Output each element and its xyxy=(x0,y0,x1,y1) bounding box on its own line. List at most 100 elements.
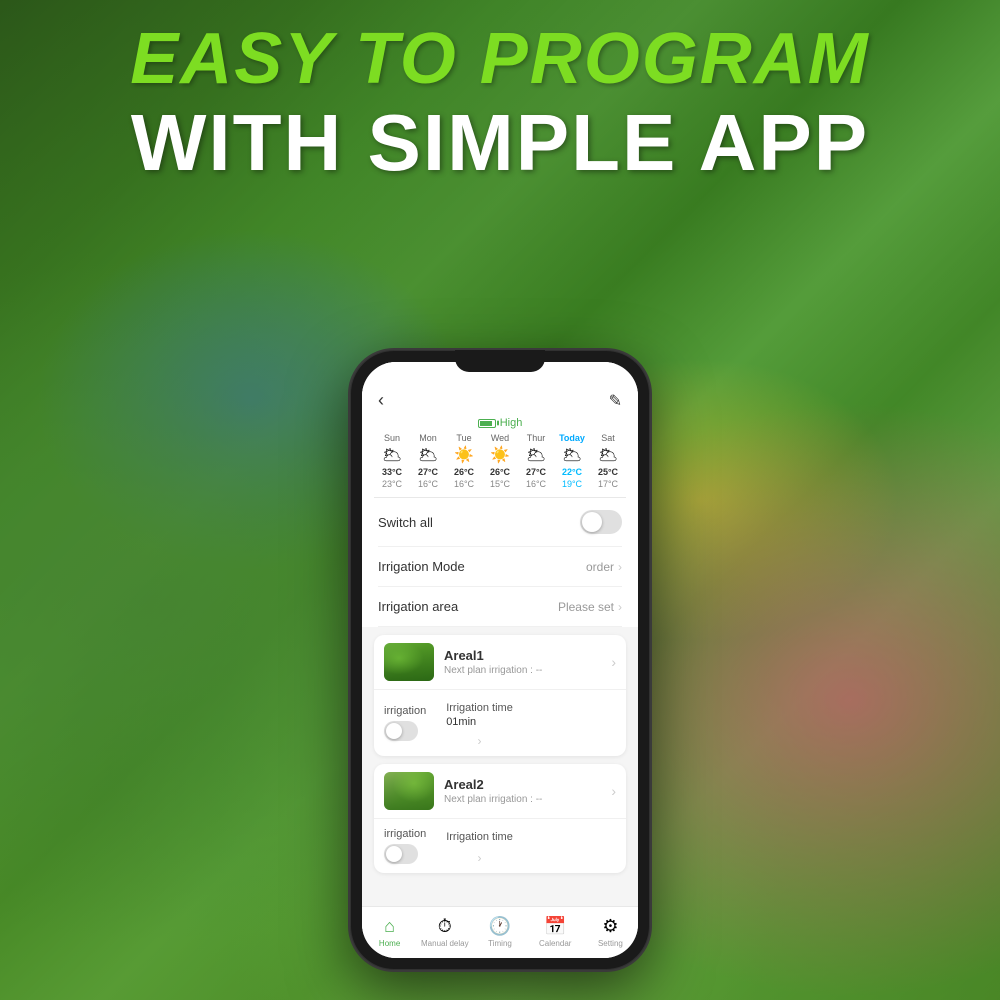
nav-home[interactable]: ⌂ Home xyxy=(362,916,417,948)
area-1-irrigation-group: irrigation xyxy=(384,705,426,741)
area-1-time-value: 01min xyxy=(446,716,513,728)
irrigation-mode-value: order › xyxy=(586,560,622,574)
nav-calendar[interactable]: 📅 Calendar xyxy=(528,916,583,948)
temp-low-mon: 16°C xyxy=(418,479,438,489)
area-2-controls: irrigation Irrigation time › xyxy=(374,819,626,873)
area-2-header[interactable]: Areal2 Next plan irrigation : -- › xyxy=(374,764,626,819)
home-icon: ⌂ xyxy=(384,916,395,937)
irrigation-mode-text: order xyxy=(586,560,614,574)
temp-high-thur: 27°C xyxy=(526,467,546,477)
temp-low-today: 19°C xyxy=(562,479,582,489)
weather-day-mon: Mon 🌥 27°C 16°C xyxy=(410,433,446,489)
irrigation-area-text: Please set xyxy=(558,600,614,614)
area-1-time-label: Irrigation time xyxy=(446,702,513,714)
area-1-info: Areal1 Next plan irrigation : -- xyxy=(444,648,601,676)
weather-day-sat: Sat 🌥 25°C 17°C xyxy=(590,433,626,489)
irrigation-area-chevron: › xyxy=(618,600,622,614)
weather-icon-sun: 🌥 xyxy=(382,445,402,465)
phone-notch xyxy=(455,350,545,372)
weather-days: Sun 🌥 33°C 23°C Mon 🌥 27°C 16°C Tu xyxy=(374,433,626,489)
weather-day-tue: Tue ☀️ 26°C 16°C xyxy=(446,433,482,489)
area-2-name: Areal2 xyxy=(444,777,601,792)
phone-wrapper: ‹ ✎ High Sun 🌥 33°C 23°C xyxy=(350,350,650,970)
area-1-next: Next plan irrigation : -- xyxy=(444,665,601,676)
temp-low-wed: 15°C xyxy=(490,479,510,489)
irrigation-area-label: Irrigation area xyxy=(378,599,458,614)
nav-timing[interactable]: 🕐 Timing xyxy=(472,916,527,948)
switch-all-row: Switch all xyxy=(378,498,622,547)
calendar-icon: 📅 xyxy=(544,916,566,937)
temp-high-today: 22°C xyxy=(562,467,582,477)
area-2-thumbnail xyxy=(384,772,434,810)
timing-icon: 🕐 xyxy=(489,916,511,937)
temp-high-mon: 27°C xyxy=(418,467,438,477)
area-2-time-group: Irrigation time › xyxy=(446,827,513,865)
area-2-irrigation-toggle[interactable] xyxy=(384,844,418,864)
temp-low-sat: 17°C xyxy=(598,479,618,489)
area-2-irrigation-label: irrigation xyxy=(384,828,426,840)
area-card-2: Areal2 Next plan irrigation : -- › irrig… xyxy=(374,764,626,873)
weather-icon-wed: ☀️ xyxy=(490,445,510,465)
day-label-thur: Thur xyxy=(527,433,546,443)
weather-day-today: Today 🌥 22°C 19°C xyxy=(554,433,590,489)
irrigation-mode-row[interactable]: Irrigation Mode order › xyxy=(378,547,622,587)
battery-label: High xyxy=(500,417,523,429)
irrigation-mode-label: Irrigation Mode xyxy=(378,559,465,574)
nav-home-label: Home xyxy=(379,939,400,948)
irrigation-area-value: Please set › xyxy=(558,600,622,614)
nav-manual-delay-label: Manual delay xyxy=(421,939,469,948)
nav-timing-label: Timing xyxy=(488,939,512,948)
bottom-nav: ⌂ Home ⏱ Manual delay 🕐 Timing 📅 Calenda… xyxy=(362,906,638,958)
nav-calendar-label: Calendar xyxy=(539,939,571,948)
area-1-irrigation-label: irrigation xyxy=(384,705,426,717)
area-card-1: Areal1 Next plan irrigation : -- › irrig… xyxy=(374,635,626,756)
header-section: EASY TO PROGRAM WITH SIMPLE APP xyxy=(0,20,1000,187)
battery-row: High xyxy=(374,417,626,429)
edit-button[interactable]: ✎ xyxy=(609,391,622,411)
temp-high-sat: 25°C xyxy=(598,467,618,477)
temp-high-wed: 26°C xyxy=(490,467,510,477)
back-button[interactable]: ‹ xyxy=(378,390,384,411)
weather-icon-tue: ☀️ xyxy=(454,445,474,465)
weather-icon-mon: 🌥 xyxy=(418,445,438,465)
area-2-next: Next plan irrigation : -- xyxy=(444,794,601,805)
area-1-time-chevron: › xyxy=(478,734,482,748)
setting-icon: ⚙ xyxy=(602,916,618,937)
weather-day-sun: Sun 🌥 33°C 23°C xyxy=(374,433,410,489)
weather-icon-sat: 🌥 xyxy=(598,445,618,465)
weather-day-wed: Wed ☀️ 26°C 15°C xyxy=(482,433,518,489)
area-1-name: Areal1 xyxy=(444,648,601,663)
day-label-sat: Sat xyxy=(601,433,615,443)
nav-manual-delay[interactable]: ⏱ Manual delay xyxy=(417,916,472,948)
controls-section: Switch all Irrigation Mode order › Irrig… xyxy=(362,498,638,627)
areas-section: Areal1 Next plan irrigation : -- › irrig… xyxy=(362,627,638,906)
irrigation-mode-chevron: › xyxy=(618,560,622,574)
area-2-chevron: › xyxy=(611,783,616,799)
area-2-info: Areal2 Next plan irrigation : -- xyxy=(444,777,601,805)
temp-low-tue: 16°C xyxy=(454,479,474,489)
weather-icon-today: 🌥 xyxy=(562,445,582,465)
battery-icon xyxy=(478,419,496,428)
switch-all-label: Switch all xyxy=(378,515,433,530)
area-2-time-label: Irrigation time xyxy=(446,831,513,843)
day-label-sun: Sun xyxy=(384,433,400,443)
area-1-header[interactable]: Areal1 Next plan irrigation : -- › xyxy=(374,635,626,690)
area-1-irrigation-toggle[interactable] xyxy=(384,721,418,741)
nav-setting-label: Setting xyxy=(598,939,623,948)
area-2-irrigation-group: irrigation xyxy=(384,828,426,864)
day-label-tue: Tue xyxy=(456,433,471,443)
area-1-thumbnail xyxy=(384,643,434,681)
weather-section: High Sun 🌥 33°C 23°C Mon 🌥 27°C xyxy=(362,417,638,497)
area-1-time-group: Irrigation time 01min › xyxy=(446,698,513,748)
day-label-wed: Wed xyxy=(491,433,509,443)
day-label-today: Today xyxy=(559,433,585,443)
temp-high-tue: 26°C xyxy=(454,467,474,477)
switch-all-toggle[interactable] xyxy=(580,510,622,534)
irrigation-area-row[interactable]: Irrigation area Please set › xyxy=(378,587,622,627)
temp-low-sun: 23°C xyxy=(382,479,402,489)
weather-day-thur: Thur 🌥 27°C 16°C xyxy=(518,433,554,489)
area-1-time-info: Irrigation time 01min xyxy=(446,698,513,728)
area-1-controls: irrigation Irrigation time 01min › xyxy=(374,690,626,756)
area-2-time-info: Irrigation time xyxy=(446,827,513,845)
nav-setting[interactable]: ⚙ Setting xyxy=(583,916,638,948)
